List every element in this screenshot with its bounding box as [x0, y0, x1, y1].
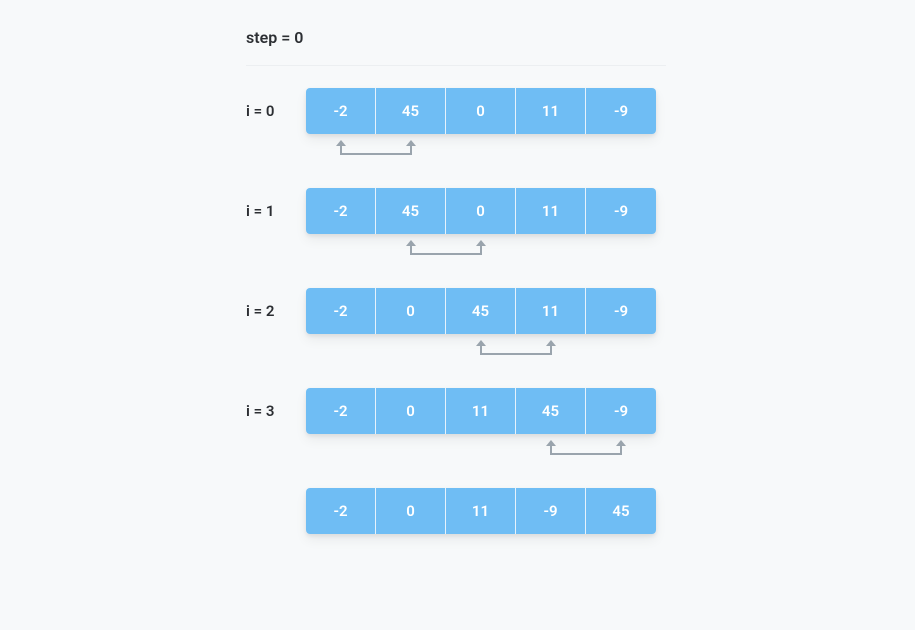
compare-bracket	[306, 236, 656, 266]
array: -2 0 11 45 -9	[306, 388, 656, 434]
divider	[246, 65, 666, 66]
compare-bracket	[306, 136, 656, 166]
array-cell: -2	[306, 188, 376, 234]
compare-bracket	[306, 436, 656, 466]
array-cell: 11	[516, 188, 586, 234]
array-cell: 45	[586, 488, 656, 534]
array-row: -2 0 11 -9 45	[246, 488, 666, 534]
array-cell: -2	[306, 88, 376, 134]
array-cell: -2	[306, 388, 376, 434]
array-cell: 45	[446, 288, 516, 334]
array-cell: 11	[516, 88, 586, 134]
compare-arrows-icon	[472, 336, 560, 362]
array-cell: 0	[376, 388, 446, 434]
array: -2 0 45 11 -9	[306, 288, 656, 334]
array-cell: 0	[376, 288, 446, 334]
array-cell: -9	[586, 388, 656, 434]
array-cell: 0	[446, 188, 516, 234]
array-row: i = 3 -2 0 11 45 -9	[246, 388, 666, 488]
step-label: step = 0	[246, 28, 666, 47]
array-cell: -9	[586, 188, 656, 234]
array: -2 0 11 -9 45	[306, 488, 656, 534]
array-cell: 11	[446, 488, 516, 534]
compare-bracket	[306, 336, 656, 366]
compare-arrows-icon	[332, 136, 420, 162]
row-label: i = 2	[246, 288, 306, 320]
array-cell: 11	[516, 288, 586, 334]
compare-arrows-icon	[402, 236, 490, 262]
array-cell: 0	[376, 488, 446, 534]
row-label	[246, 488, 306, 502]
array-cell: -2	[306, 288, 376, 334]
array: -2 45 0 11 -9	[306, 188, 656, 234]
array-cell: 45	[376, 88, 446, 134]
compare-arrows-icon	[542, 436, 630, 462]
array-row: i = 2 -2 0 45 11 -9	[246, 288, 666, 388]
row-label: i = 1	[246, 188, 306, 220]
array-cell: 11	[446, 388, 516, 434]
array: -2 45 0 11 -9	[306, 88, 656, 134]
array-row: i = 0 -2 45 0 11 -9	[246, 88, 666, 188]
row-label: i = 3	[246, 388, 306, 420]
array-cell: -9	[586, 288, 656, 334]
array-cell: 45	[516, 388, 586, 434]
array-cell: -9	[586, 88, 656, 134]
array-cell: 45	[376, 188, 446, 234]
array-row: i = 1 -2 45 0 11 -9	[246, 188, 666, 288]
array-cell: -2	[306, 488, 376, 534]
row-label: i = 0	[246, 88, 306, 120]
array-cell: -9	[516, 488, 586, 534]
array-cell: 0	[446, 88, 516, 134]
